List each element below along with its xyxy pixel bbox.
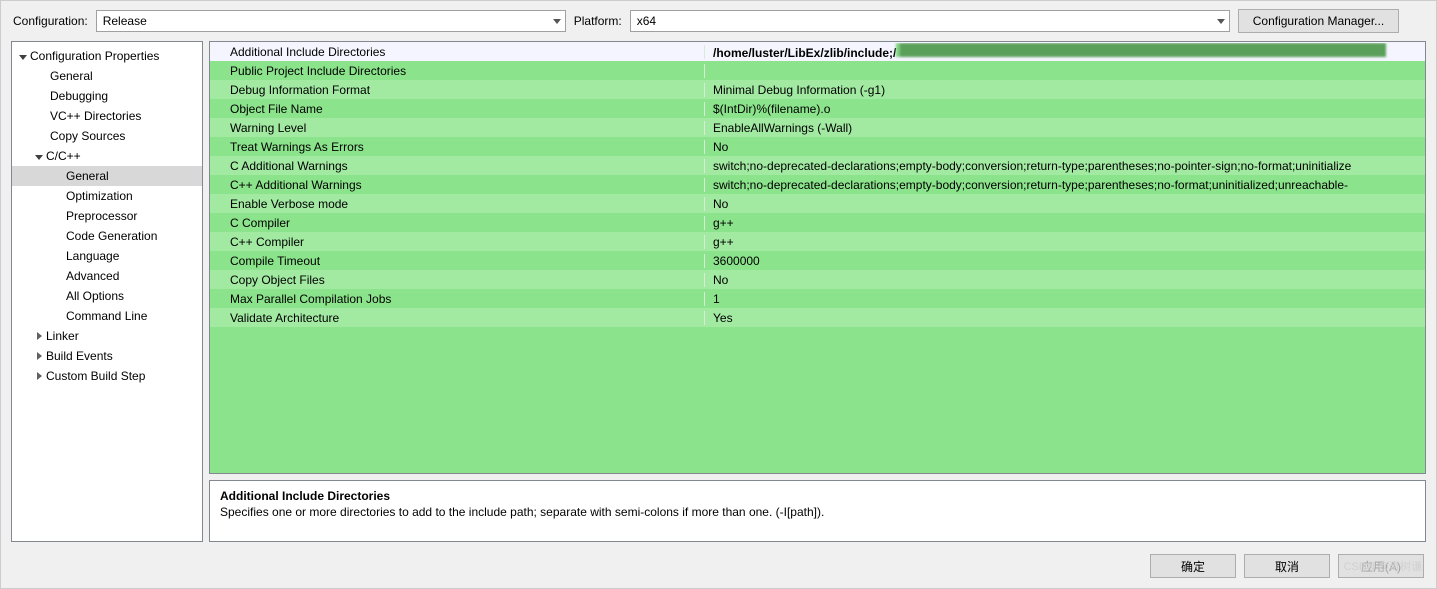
platform-combo[interactable]: x64 — [630, 10, 1230, 32]
grid-row[interactable]: Compile Timeout3600000 — [210, 251, 1425, 270]
tree-cpp-alloptions[interactable]: All Options — [12, 286, 202, 306]
grid-row[interactable]: Warning LevelEnableAllWarnings (-Wall) — [210, 118, 1425, 137]
grid-key: Additional Include Directories — [210, 45, 705, 59]
nav-tree[interactable]: Configuration Properties General Debuggi… — [11, 41, 203, 542]
tree-linker[interactable]: Linker — [12, 326, 202, 346]
configuration-label: Configuration: — [13, 14, 88, 28]
tree-debugging[interactable]: Debugging — [12, 86, 202, 106]
property-pages-dialog: Configuration: Release Platform: x64 Con… — [0, 0, 1437, 589]
tree-build-events[interactable]: Build Events — [12, 346, 202, 366]
chevron-right-icon — [34, 331, 44, 341]
tree-cpp-codegen[interactable]: Code Generation — [12, 226, 202, 246]
obscured-path — [896, 43, 1386, 57]
chevron-down-icon — [1217, 19, 1225, 24]
grid-row[interactable]: Copy Object FilesNo — [210, 270, 1425, 289]
apply-button[interactable]: 应用(A) — [1338, 554, 1424, 578]
tree-cpp-preprocessor[interactable]: Preprocessor — [12, 206, 202, 226]
grid-row[interactable]: C++ Compilerg++ — [210, 232, 1425, 251]
grid-filler — [210, 327, 1425, 473]
tree-cpp-advanced[interactable]: Advanced — [12, 266, 202, 286]
tree-general[interactable]: General — [12, 66, 202, 86]
tree-cpp-cmdline[interactable]: Command Line — [12, 306, 202, 326]
grid-row[interactable]: C++ Additional Warningsswitch;no-depreca… — [210, 175, 1425, 194]
grid-row[interactable]: Enable Verbose modeNo — [210, 194, 1425, 213]
grid-row[interactable]: Max Parallel Compilation Jobs1 — [210, 289, 1425, 308]
chevron-right-icon — [34, 351, 44, 361]
platform-label: Platform: — [574, 14, 622, 28]
grid-row[interactable]: Debug Information FormatMinimal Debug In… — [210, 80, 1425, 99]
description-title: Additional Include Directories — [220, 489, 1415, 503]
tree-copy-sources[interactable]: Copy Sources — [12, 126, 202, 146]
grid-row[interactable]: C Additional Warningsswitch;no-deprecate… — [210, 156, 1425, 175]
grid-row[interactable]: Treat Warnings As ErrorsNo — [210, 137, 1425, 156]
cancel-button[interactable]: 取消 — [1244, 554, 1330, 578]
description-body: Specifies one or more directories to add… — [220, 505, 1415, 519]
configuration-combo[interactable]: Release — [96, 10, 566, 32]
grid-row[interactable]: Object File Name$(IntDir)%(filename).o — [210, 99, 1425, 118]
tree-cpp-optimization[interactable]: Optimization — [12, 186, 202, 206]
main-split: Configuration Properties General Debuggi… — [1, 41, 1436, 548]
chevron-down-icon — [553, 19, 561, 24]
dialog-buttons: 确定 取消 应用(A) — [1, 548, 1436, 588]
chevron-down-icon — [34, 151, 44, 161]
tree-custom-build[interactable]: Custom Build Step — [12, 366, 202, 386]
grid-val: /home/luster/LibEx/zlib/include;/ — [705, 43, 1425, 60]
configuration-manager-button[interactable]: Configuration Manager... — [1238, 9, 1399, 33]
property-grid[interactable]: Additional Include Directories /home/lus… — [209, 41, 1426, 474]
grid-row[interactable]: Public Project Include Directories — [210, 61, 1425, 80]
chevron-right-icon — [34, 371, 44, 381]
grid-row[interactable]: C Compilerg++ — [210, 213, 1425, 232]
right-column: Additional Include Directories /home/lus… — [209, 41, 1426, 542]
ok-button[interactable]: 确定 — [1150, 554, 1236, 578]
chevron-down-icon — [18, 51, 28, 61]
tree-root[interactable]: Configuration Properties — [12, 46, 202, 66]
grid-row[interactable]: Additional Include Directories /home/lus… — [210, 42, 1425, 61]
tree-cpp[interactable]: C/C++ — [12, 146, 202, 166]
grid-row[interactable]: Validate ArchitectureYes — [210, 308, 1425, 327]
platform-value: x64 — [637, 14, 656, 28]
tree-cpp-language[interactable]: Language — [12, 246, 202, 266]
description-panel: Additional Include Directories Specifies… — [209, 480, 1426, 542]
tree-cpp-general[interactable]: General — [12, 166, 202, 186]
tree-vcpp-dirs[interactable]: VC++ Directories — [12, 106, 202, 126]
configuration-value: Release — [103, 14, 147, 28]
topbar: Configuration: Release Platform: x64 Con… — [1, 1, 1436, 41]
